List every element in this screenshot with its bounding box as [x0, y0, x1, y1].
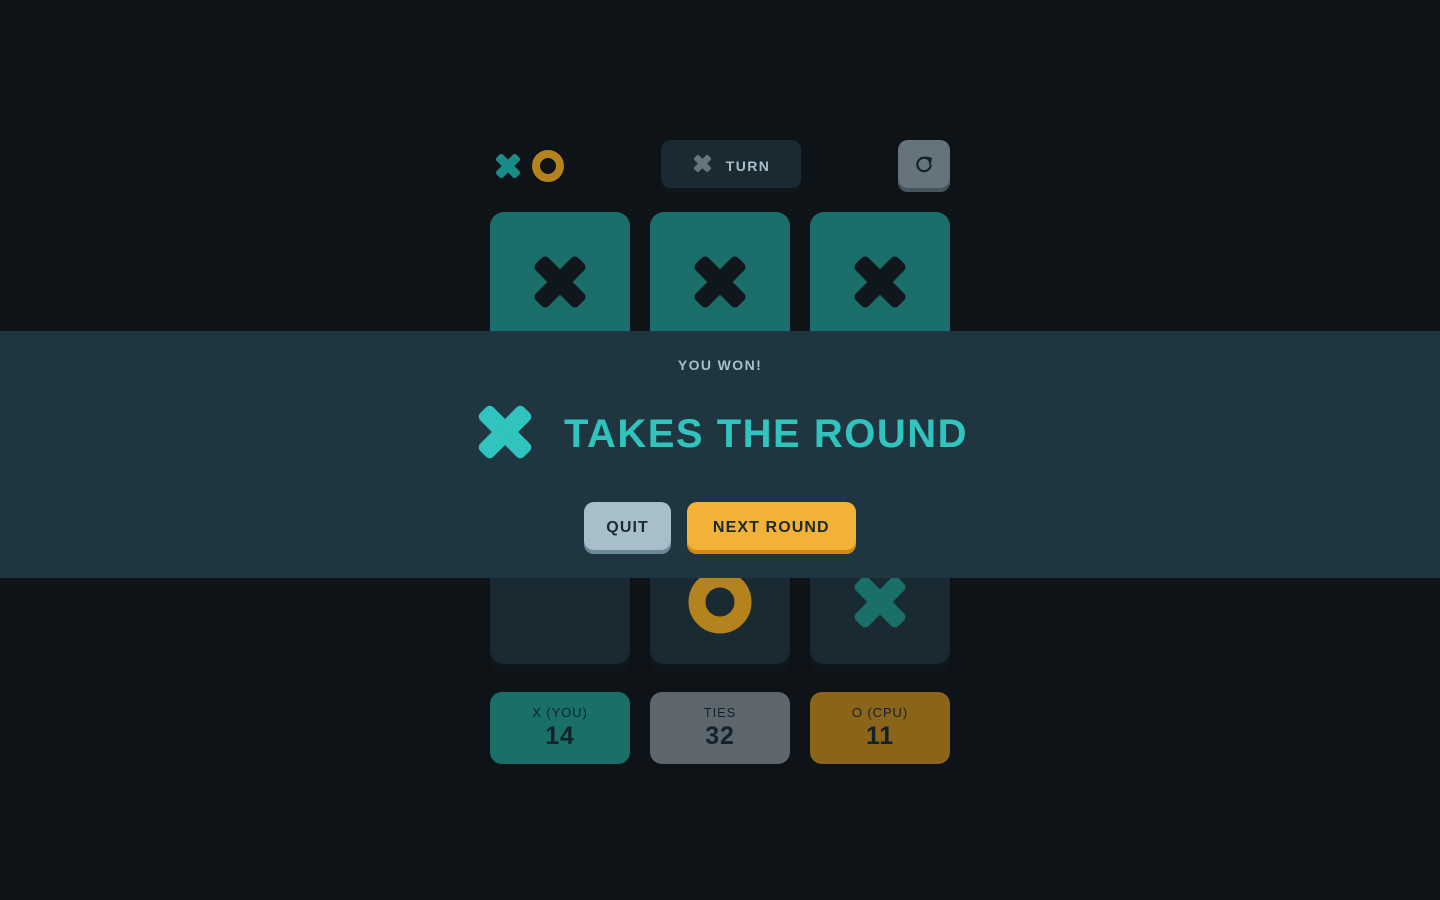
game-logo	[490, 150, 564, 182]
restart-icon	[914, 155, 934, 178]
x-mark-icon	[692, 153, 713, 179]
score-value: 14	[545, 722, 575, 750]
next-round-button[interactable]: NEXT ROUND	[686, 502, 856, 554]
x-mark-icon	[688, 250, 752, 314]
score-label: X (YOU)	[532, 705, 588, 720]
x-mark-icon	[472, 399, 538, 470]
score-value: 11	[865, 722, 895, 750]
score-card-ties: TIES 32	[650, 692, 790, 764]
modal-actions: QUIT NEXT ROUND	[584, 502, 856, 554]
o-mark-icon	[688, 570, 752, 634]
restart-button[interactable]	[898, 140, 950, 192]
x-mark-icon	[492, 150, 524, 182]
score-label: TIES	[703, 705, 737, 720]
score-row: X (YOU) 14 TIES 32 O (CPU) 11	[490, 692, 950, 764]
score-value: 32	[705, 722, 735, 750]
turn-label: TURN	[725, 158, 771, 174]
score-label: O (CPU)	[851, 705, 909, 720]
o-mark-icon	[532, 150, 564, 182]
x-mark-icon	[848, 570, 912, 634]
modal-result-text: TAKES THE ROUND	[564, 412, 968, 456]
score-card-x: X (YOU) 14	[490, 692, 630, 764]
score-card-o: O (CPU) 11	[810, 692, 950, 764]
game-header: TURN	[490, 140, 950, 192]
quit-button[interactable]: QUIT	[584, 502, 671, 554]
x-mark-icon	[528, 250, 592, 314]
x-mark-icon	[848, 250, 912, 314]
round-result-modal: YOU WON! TAKES THE ROUND QUIT NEXT ROUND	[0, 331, 1440, 578]
modal-result-row: TAKES THE ROUND	[472, 399, 968, 470]
turn-indicator: TURN	[661, 140, 801, 192]
modal-eyebrow: YOU WON!	[677, 357, 763, 373]
